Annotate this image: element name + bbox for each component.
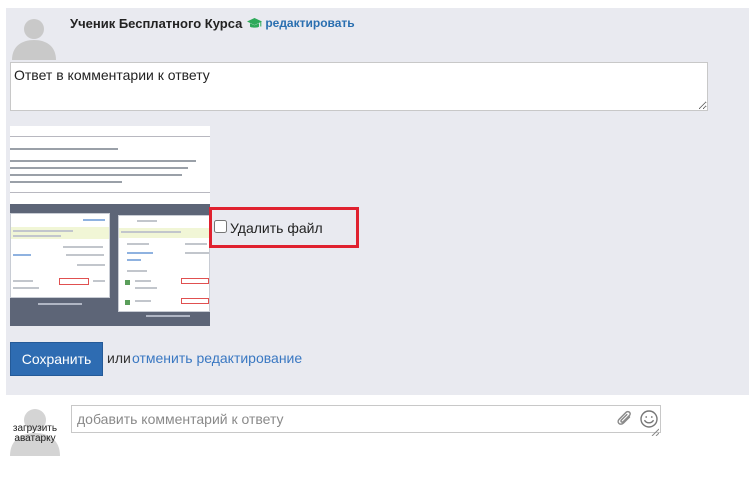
new-comment-box — [71, 405, 661, 437]
delete-file-checkbox[interactable] — [214, 220, 227, 233]
upload-avatar-link[interactable]: загрузить аватарку — [10, 424, 60, 444]
graduation-cap-icon — [247, 17, 263, 29]
author-line: Ученик Бесплатного Курса редактировать — [70, 14, 355, 32]
author-name: Ученик Бесплатного Курса — [70, 15, 243, 31]
attachment-screens-area — [10, 204, 210, 326]
comment-textarea[interactable] — [10, 62, 708, 111]
or-text: или — [107, 350, 131, 366]
paperclip-icon[interactable] — [617, 410, 633, 428]
delete-file-label[interactable]: Удалить файл — [230, 220, 323, 236]
cancel-edit-link[interactable]: отменить редактирование — [132, 350, 302, 366]
save-button[interactable]: Сохранить — [10, 342, 103, 376]
author-avatar — [10, 14, 58, 60]
resize-grip-icon[interactable] — [651, 423, 660, 437]
new-comment-input[interactable] — [72, 406, 607, 432]
attachment-thumbnail[interactable] — [10, 126, 210, 326]
attachment-doc-area — [10, 126, 210, 204]
edit-link[interactable]: редактировать — [265, 16, 354, 30]
